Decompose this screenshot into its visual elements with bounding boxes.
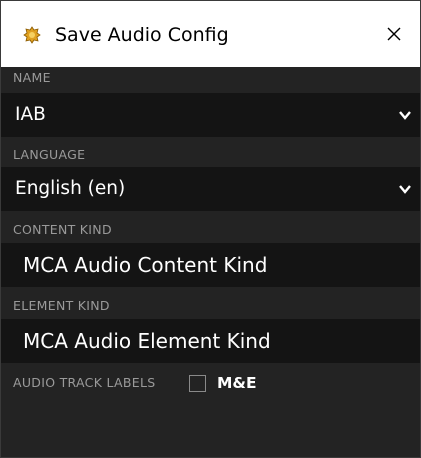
content-kind-field[interactable]: MCA Audio Content Kind <box>1 243 420 287</box>
name-label: NAME <box>13 70 51 85</box>
element-kind-field[interactable]: MCA Audio Element Kind <box>1 319 420 363</box>
content-kind-label: CONTENT KIND <box>13 222 112 237</box>
audio-track-labels-label: AUDIO TRACK LABELS <box>13 375 156 390</box>
window-title: Save Audio Config <box>55 24 229 46</box>
chevron-down-icon <box>399 111 411 120</box>
element-kind-value: MCA Audio Element Kind <box>23 329 271 353</box>
save-audio-config-dialog: Save Audio Config NAME IAB LANGUAGE Engl… <box>0 0 421 458</box>
chevron-down-icon <box>399 185 411 194</box>
language-select[interactable]: English (en) <box>1 167 420 211</box>
name-select[interactable]: IAB <box>1 93 420 137</box>
element-kind-label: ELEMENT KIND <box>13 298 110 313</box>
content-kind-value: MCA Audio Content Kind <box>23 253 268 277</box>
close-icon <box>387 27 401 41</box>
close-button[interactable] <box>380 20 408 48</box>
title-bar: Save Audio Config <box>1 1 420 67</box>
language-label: LANGUAGE <box>13 147 86 162</box>
me-checkbox[interactable] <box>189 375 206 392</box>
me-checkbox-label[interactable]: M&E <box>217 373 257 393</box>
language-value: English (en) <box>15 178 126 199</box>
name-value: IAB <box>15 104 46 125</box>
gear-app-icon <box>23 26 41 44</box>
